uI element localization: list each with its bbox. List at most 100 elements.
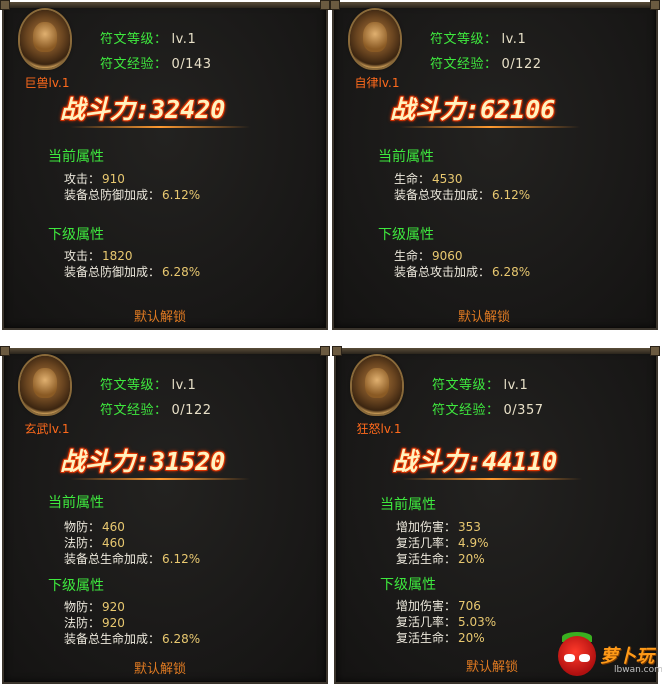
watermark-logo: 萝卜玩 lbwan.com bbox=[556, 632, 662, 682]
attr-label: 装备总防御加成： bbox=[64, 188, 161, 202]
mascot-eye bbox=[564, 654, 575, 662]
attr-value: 4530 bbox=[432, 172, 463, 186]
rune-exp: 符文经验： 0/122 bbox=[100, 399, 211, 418]
rune-exp-label: 符文经验： bbox=[432, 403, 500, 418]
attr-value: 706 bbox=[458, 599, 481, 613]
attr-label: 攻击： bbox=[64, 249, 101, 263]
rune-level: 符文等级： lv.1 bbox=[432, 374, 528, 393]
panel-corner bbox=[332, 346, 342, 356]
attr-value: 4.9% bbox=[458, 536, 489, 550]
next-attr-title: 下级属性 bbox=[380, 577, 436, 593]
unlock-status: 默认解锁 bbox=[134, 662, 187, 677]
attr-label: 装备总防御加成： bbox=[64, 265, 161, 279]
attr-label: 装备总生命加成： bbox=[64, 552, 161, 566]
rune-level: 符文等级： lv.1 bbox=[100, 28, 196, 47]
combat-power-label: 战斗力: bbox=[60, 447, 151, 476]
attr-row: 复活几率： 4.9% bbox=[396, 534, 489, 551]
attr-value: 460 bbox=[102, 536, 125, 550]
attr-value: 9060 bbox=[432, 249, 463, 263]
power-underline bbox=[400, 126, 580, 128]
rune-emblem-icon[interactable] bbox=[350, 10, 400, 68]
combat-power: 战斗力:31520 bbox=[60, 442, 225, 478]
power-underline bbox=[70, 478, 250, 480]
rune-exp-value: 0/143 bbox=[171, 57, 212, 72]
current-attr-title: 当前属性 bbox=[380, 497, 436, 513]
rune-exp-label: 符文经验： bbox=[100, 57, 168, 72]
attr-row: 装备总攻击加成： 6.28% bbox=[394, 263, 530, 280]
attr-row: 攻击： 1820 bbox=[64, 247, 133, 264]
rune-level-value: lv.1 bbox=[171, 32, 197, 47]
next-attr-title: 下级属性 bbox=[48, 227, 104, 243]
attr-row: 生命： 4530 bbox=[394, 170, 463, 187]
attr-label: 物防： bbox=[64, 520, 101, 534]
rune-level-value: lv.1 bbox=[171, 378, 197, 393]
attr-label: 法防： bbox=[64, 616, 101, 630]
rune-exp-label: 符文经验： bbox=[100, 403, 168, 418]
attr-row: 装备总防御加成： 6.12% bbox=[64, 186, 200, 203]
tortoise-icon bbox=[33, 368, 57, 398]
rune-level: 符文等级： lv.1 bbox=[100, 374, 196, 393]
attr-row: 装备总生命加成： 6.28% bbox=[64, 630, 200, 647]
rune-name: 狂怒lv.1 bbox=[356, 422, 402, 436]
attr-row: 增加伤害： 353 bbox=[396, 518, 481, 535]
rune-exp-value: 0/122 bbox=[501, 57, 542, 72]
rune-panel-xuanwu: 玄武lv.1 符文等级： lv.1 符文经验： 0/122 战斗力:31520 当前… bbox=[0, 346, 330, 684]
attr-label: 攻击： bbox=[64, 172, 101, 186]
rune-level-label: 符文等级： bbox=[100, 378, 168, 393]
rune-exp-value: 0/357 bbox=[503, 403, 544, 418]
attr-value: 6.12% bbox=[492, 188, 531, 202]
power-underline bbox=[402, 478, 582, 480]
attr-value: 920 bbox=[102, 616, 125, 630]
attr-value: 20% bbox=[458, 631, 485, 645]
next-attr-title: 下级属性 bbox=[48, 578, 104, 594]
panel-corner bbox=[320, 0, 330, 10]
attr-value: 6.12% bbox=[162, 552, 201, 566]
attr-value: 6.28% bbox=[492, 265, 531, 279]
rune-level-value: lv.1 bbox=[503, 378, 529, 393]
rune-exp: 符文经验： 0/357 bbox=[432, 399, 543, 418]
attr-label: 复活生命： bbox=[396, 631, 457, 645]
attr-row: 攻击： 910 bbox=[64, 170, 125, 187]
radish-mascot-icon bbox=[558, 636, 596, 676]
unlock-status: 默认解锁 bbox=[458, 310, 511, 325]
attr-row: 复活生命： 20% bbox=[396, 550, 485, 567]
attr-value: 6.28% bbox=[162, 265, 201, 279]
attr-label: 装备总攻击加成： bbox=[394, 265, 491, 279]
attr-row: 复活生命： 20% bbox=[396, 629, 485, 646]
rune-name: 自律lv.1 bbox=[354, 76, 400, 90]
panel-corner bbox=[0, 346, 10, 356]
attr-row: 增加伤害： 706 bbox=[396, 597, 481, 614]
panel-corner bbox=[650, 346, 660, 356]
current-attr-title: 当前属性 bbox=[48, 495, 104, 511]
combat-power-value: 31520 bbox=[150, 447, 226, 476]
attr-row: 装备总攻击加成： 6.12% bbox=[394, 186, 530, 203]
attr-label: 生命： bbox=[394, 249, 431, 263]
combat-power-value: 62106 bbox=[480, 95, 556, 124]
attr-value: 910 bbox=[102, 172, 125, 186]
rune-emblem-icon[interactable] bbox=[20, 356, 70, 414]
rune-name: 玄武lv.1 bbox=[24, 422, 70, 436]
combat-power-value: 44110 bbox=[482, 447, 558, 476]
attr-row: 法防： 920 bbox=[64, 614, 125, 631]
attr-value: 1820 bbox=[102, 249, 133, 263]
attr-value: 6.12% bbox=[162, 188, 201, 202]
combat-power-value: 32420 bbox=[150, 95, 226, 124]
rune-emblem-icon[interactable] bbox=[20, 10, 70, 68]
combat-power: 战斗力:32420 bbox=[60, 90, 225, 126]
attr-value: 353 bbox=[458, 520, 481, 534]
attr-row: 物防： 460 bbox=[64, 518, 125, 535]
panel-corner bbox=[330, 0, 340, 10]
unlock-status: 默认解锁 bbox=[134, 310, 187, 325]
rune-level-label: 符文等级： bbox=[100, 32, 168, 47]
rune-level-label: 符文等级： bbox=[430, 32, 498, 47]
rune-panel-zilv: 自律lv.1 符文等级： lv.1 符文经验： 0/122 战斗力:62106 当前… bbox=[330, 0, 660, 330]
rune-exp-label: 符文经验： bbox=[430, 57, 498, 72]
attr-label: 增加伤害： bbox=[396, 599, 457, 613]
rune-emblem-icon[interactable] bbox=[352, 356, 402, 414]
attr-label: 装备总攻击加成： bbox=[394, 188, 491, 202]
rune-name: 巨兽lv.1 bbox=[24, 76, 70, 90]
rune-exp: 符文经验： 0/122 bbox=[430, 53, 541, 72]
beast-icon bbox=[33, 22, 57, 52]
attr-label: 法防： bbox=[64, 536, 101, 550]
combat-power-label: 战斗力: bbox=[60, 95, 151, 124]
